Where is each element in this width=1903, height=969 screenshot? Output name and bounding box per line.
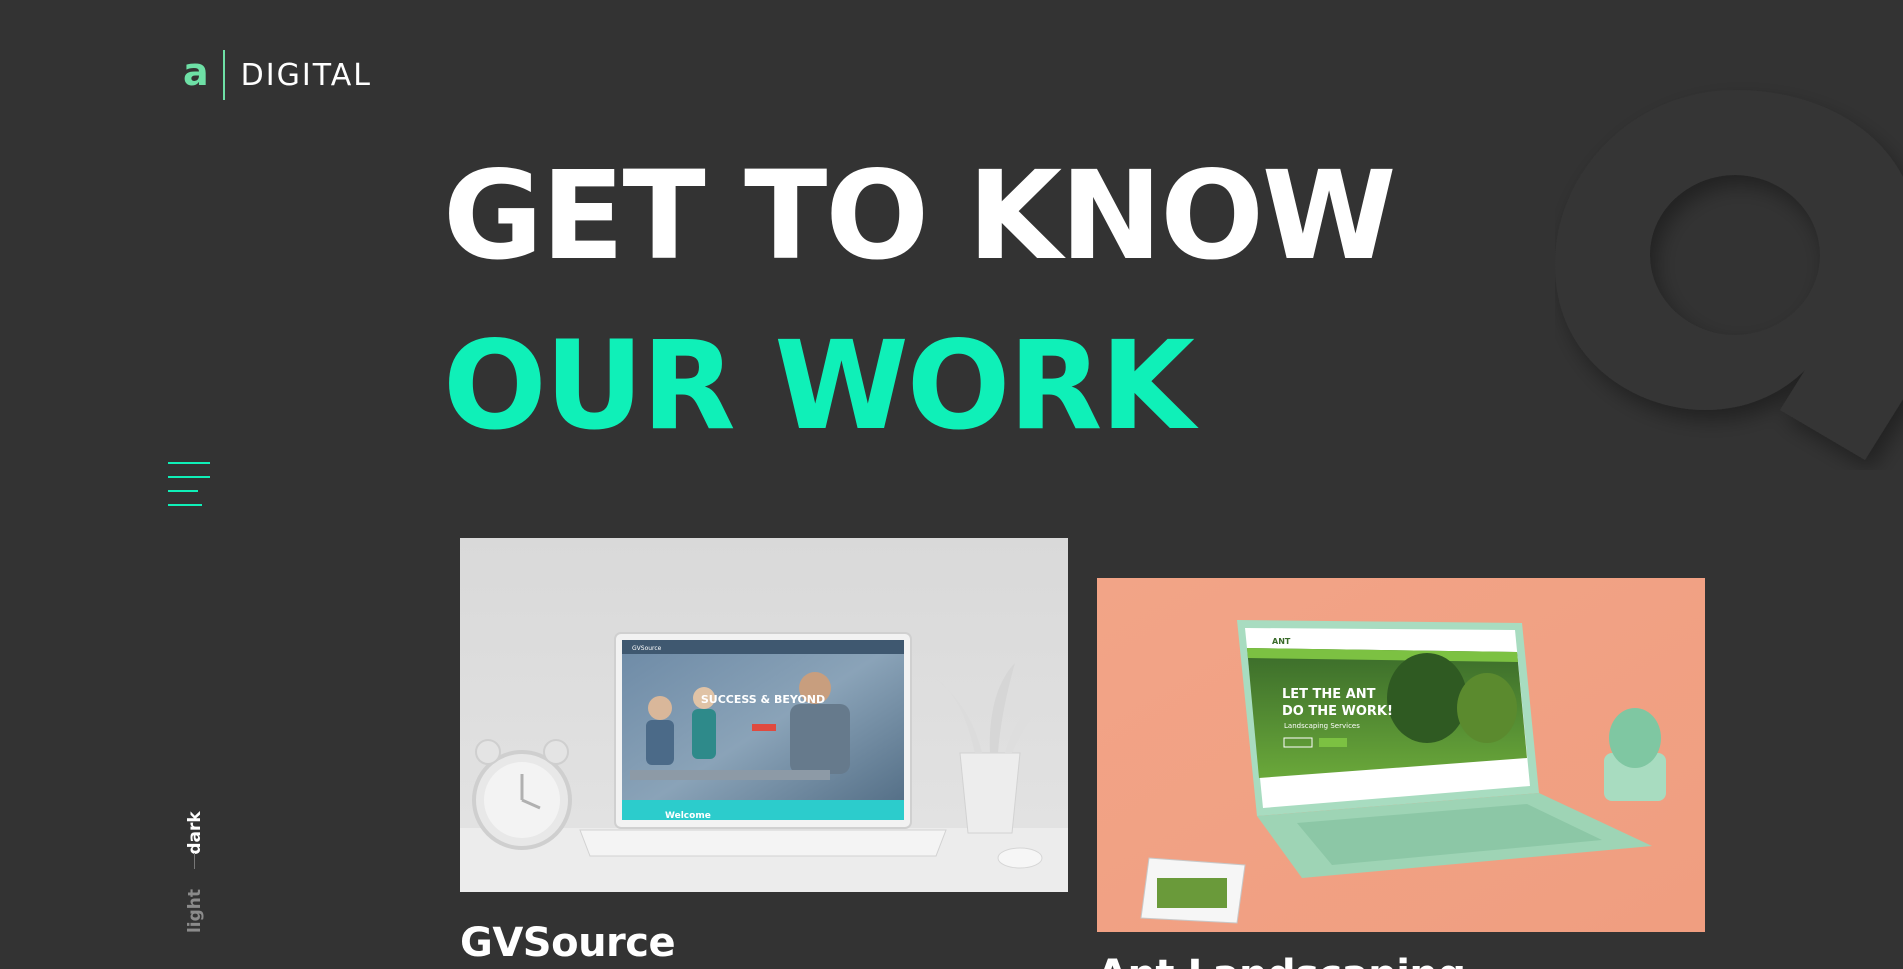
hero-heading-line-2: OUR WORK	[443, 315, 1195, 457]
portfolio-card-ant-landscaping[interactable]: LET THE ANT DO THE WORK! Landscaping Ser…	[1097, 578, 1705, 969]
theme-dark-option[interactable]: dark	[185, 811, 205, 854]
screen-footer-gvsource: Welcome	[665, 811, 711, 821]
portfolio-title-ant-landscaping[interactable]: Ant Landscaping	[1097, 952, 1705, 969]
screen-heading-gvsource: SUCCESS & BEYOND	[701, 693, 825, 706]
screen-subheading-ant: Landscaping Services	[1284, 722, 1360, 730]
screen-brand-gvsource: GVSource	[632, 645, 662, 652]
menu-line	[168, 476, 210, 478]
background-logo-mark-icon	[1555, 90, 1903, 460]
portfolio-title-gvsource[interactable]: GVSource	[460, 920, 1068, 966]
page: a DIGITAL GET TO KNOW OUR WORK dark ligh…	[0, 0, 1903, 969]
hero-heading-line-1: GET TO KNOW	[443, 145, 1396, 287]
laptop-mockup-gvsource-image: GVSource SUCCESS & BEYOND Welcome	[460, 538, 1068, 892]
portfolio-card-gvsource[interactable]: GVSource SUCCESS & BEYOND Welcome GVSour…	[460, 538, 1068, 966]
logo-mark: a	[183, 50, 209, 94]
theme-switch: dark light	[175, 795, 215, 935]
menu-line	[168, 462, 210, 464]
screen-brand-ant: ANT	[1272, 637, 1291, 646]
theme-switch-divider	[194, 853, 195, 869]
portfolio-image-ant-landscaping[interactable]: LET THE ANT DO THE WORK! Landscaping Ser…	[1097, 578, 1705, 932]
menu-line	[168, 490, 198, 492]
logo-text: DIGITAL	[240, 57, 372, 93]
screen-heading-ant-1: LET THE ANT	[1282, 687, 1376, 702]
logo-divider	[222, 50, 225, 100]
menu-line	[168, 504, 202, 506]
site-logo[interactable]: a DIGITAL	[183, 50, 372, 100]
laptop-mockup-ant-landscaping-image: LET THE ANT DO THE WORK! Landscaping Ser…	[1097, 578, 1705, 932]
theme-light-option[interactable]: light	[185, 889, 205, 933]
hamburger-menu-icon[interactable]	[168, 462, 212, 508]
screen-heading-ant-2: DO THE WORK!	[1282, 704, 1393, 719]
portfolio-image-gvsource[interactable]: GVSource SUCCESS & BEYOND Welcome	[460, 538, 1068, 892]
